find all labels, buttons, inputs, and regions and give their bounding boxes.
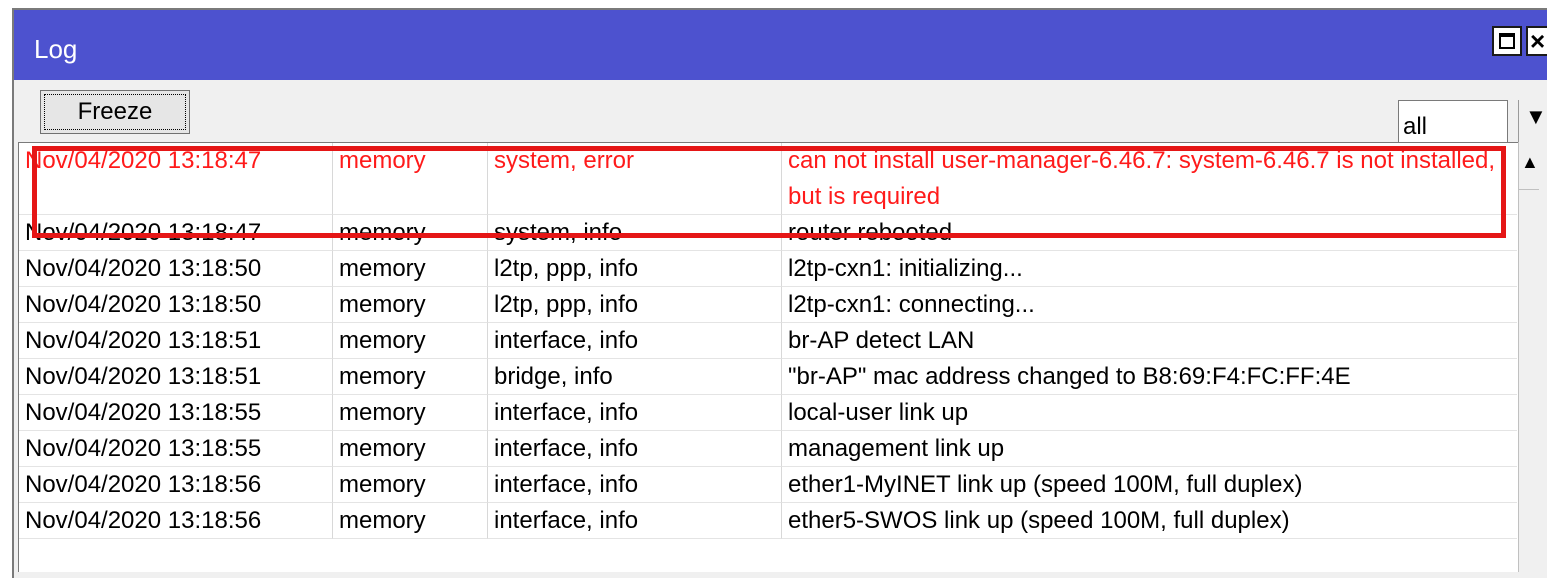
topic-filter-select[interactable]: all <box>1398 100 1508 144</box>
log-time: Nov/04/2020 13:18:51 <box>19 359 333 395</box>
log-topics: system, info <box>488 215 782 251</box>
log-row[interactable]: Nov/04/2020 13:18:50 memory l2tp, ppp, i… <box>19 287 1518 323</box>
title-bar[interactable]: Log × <box>14 10 1547 80</box>
log-topics: l2tp, ppp, info <box>488 287 782 323</box>
log-buffer: memory <box>333 215 488 251</box>
window-title: Log <box>34 34 78 64</box>
log-list: Nov/04/2020 13:18:47 memory system, erro… <box>18 142 1518 572</box>
log-buffer: memory <box>333 467 488 503</box>
log-row[interactable]: Nov/04/2020 13:18:55 memory interface, i… <box>19 395 1518 431</box>
log-time: Nov/04/2020 13:18:47 <box>19 143 333 215</box>
log-message: can not install user-manager-6.46.7: sys… <box>782 143 1517 215</box>
log-row[interactable]: Nov/04/2020 13:18:51 memory bridge, info… <box>19 359 1518 395</box>
log-buffer: memory <box>333 251 488 287</box>
scroll-up-arrow-icon[interactable]: ▲ <box>1519 142 1539 190</box>
log-buffer: memory <box>333 287 488 323</box>
log-time: Nov/04/2020 13:18:55 <box>19 431 333 467</box>
log-message: ether5-SWOS link up (speed 100M, full du… <box>782 503 1517 539</box>
log-time: Nov/04/2020 13:18:50 <box>19 287 333 323</box>
log-time: Nov/04/2020 13:18:47 <box>19 215 333 251</box>
log-buffer: memory <box>333 359 488 395</box>
log-row[interactable]: Nov/04/2020 13:18:56 memory interface, i… <box>19 467 1518 503</box>
vertical-scrollbar[interactable]: ▲ <box>1518 142 1539 572</box>
log-row[interactable]: Nov/04/2020 13:18:47 memory system, info… <box>19 215 1518 251</box>
log-topics: bridge, info <box>488 359 782 395</box>
log-row[interactable]: Nov/04/2020 13:18:50 memory l2tp, ppp, i… <box>19 251 1518 287</box>
log-message: l2tp-cxn1: connecting... <box>782 287 1517 323</box>
log-message: local-user link up <box>782 395 1517 431</box>
freeze-button[interactable]: Freeze <box>40 90 190 134</box>
log-message: l2tp-cxn1: initializing... <box>782 251 1517 287</box>
log-row[interactable]: Nov/04/2020 13:18:51 memory interface, i… <box>19 323 1518 359</box>
log-buffer: memory <box>333 143 488 215</box>
log-topics: l2tp, ppp, info <box>488 251 782 287</box>
log-buffer: memory <box>333 431 488 467</box>
log-topics: interface, info <box>488 467 782 503</box>
maximize-icon[interactable] <box>1492 26 1522 56</box>
log-topics: interface, info <box>488 431 782 467</box>
log-message: ether1-MyINET link up (speed 100M, full … <box>782 467 1517 503</box>
log-row[interactable]: Nov/04/2020 13:18:47 memory system, erro… <box>19 143 1518 215</box>
close-icon[interactable]: × <box>1526 26 1547 56</box>
log-time: Nov/04/2020 13:18:55 <box>19 395 333 431</box>
log-row[interactable]: Nov/04/2020 13:18:55 memory interface, i… <box>19 431 1518 467</box>
filter-dropdown-arrow-icon[interactable]: ▼ <box>1518 100 1547 144</box>
log-time: Nov/04/2020 13:18:51 <box>19 323 333 359</box>
log-topics: interface, info <box>488 503 782 539</box>
log-topics: interface, info <box>488 395 782 431</box>
log-row[interactable]: Nov/04/2020 13:18:56 memory interface, i… <box>19 503 1518 539</box>
log-message: router rebooted <box>782 215 1517 251</box>
log-topics: system, error <box>488 143 782 215</box>
log-buffer: memory <box>333 503 488 539</box>
log-buffer: memory <box>333 395 488 431</box>
log-time: Nov/04/2020 13:18:50 <box>19 251 333 287</box>
log-time: Nov/04/2020 13:18:56 <box>19 503 333 539</box>
log-time: Nov/04/2020 13:18:56 <box>19 467 333 503</box>
log-buffer: memory <box>333 323 488 359</box>
log-topics: interface, info <box>488 323 782 359</box>
log-message: "br-AP" mac address changed to B8:69:F4:… <box>782 359 1517 395</box>
log-message: br-AP detect LAN <box>782 323 1517 359</box>
log-message: management link up <box>782 431 1517 467</box>
